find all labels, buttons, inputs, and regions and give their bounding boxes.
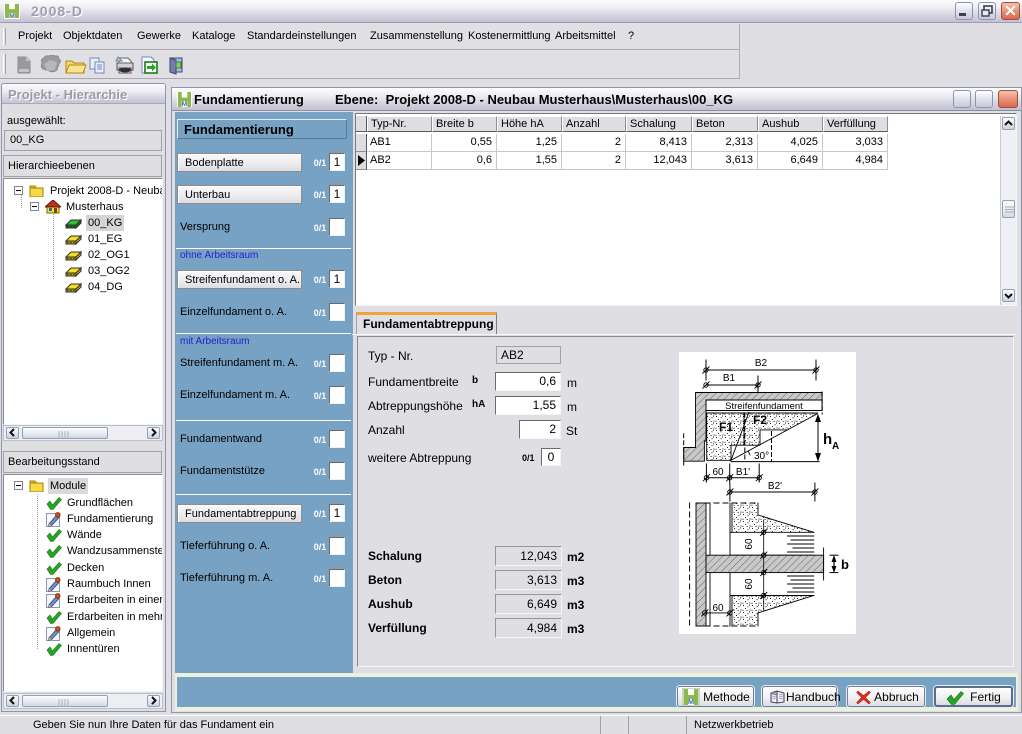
svg-text:M: M (182, 101, 187, 107)
svg-text:60: 60 (712, 467, 724, 478)
svg-text:B2: B2 (755, 358, 768, 369)
svg-text:60: 60 (744, 578, 755, 590)
svg-text:30°: 30° (754, 451, 769, 462)
svg-text:h: h (823, 431, 832, 448)
svg-text:Streifenfundament: Streifenfundament (725, 401, 803, 412)
svg-text:B1: B1 (723, 373, 736, 384)
svg-text:b: b (841, 557, 849, 572)
svg-text:M: M (9, 13, 14, 19)
svg-text:B2': B2' (768, 481, 782, 492)
svg-text:F1: F1 (719, 420, 733, 434)
svg-text:M: M (688, 697, 694, 706)
svg-text:60: 60 (712, 603, 724, 614)
svg-text:A: A (832, 441, 839, 452)
svg-text:B1': B1' (736, 467, 750, 478)
svg-text:60: 60 (744, 538, 755, 550)
svg-text:F2: F2 (753, 413, 767, 427)
